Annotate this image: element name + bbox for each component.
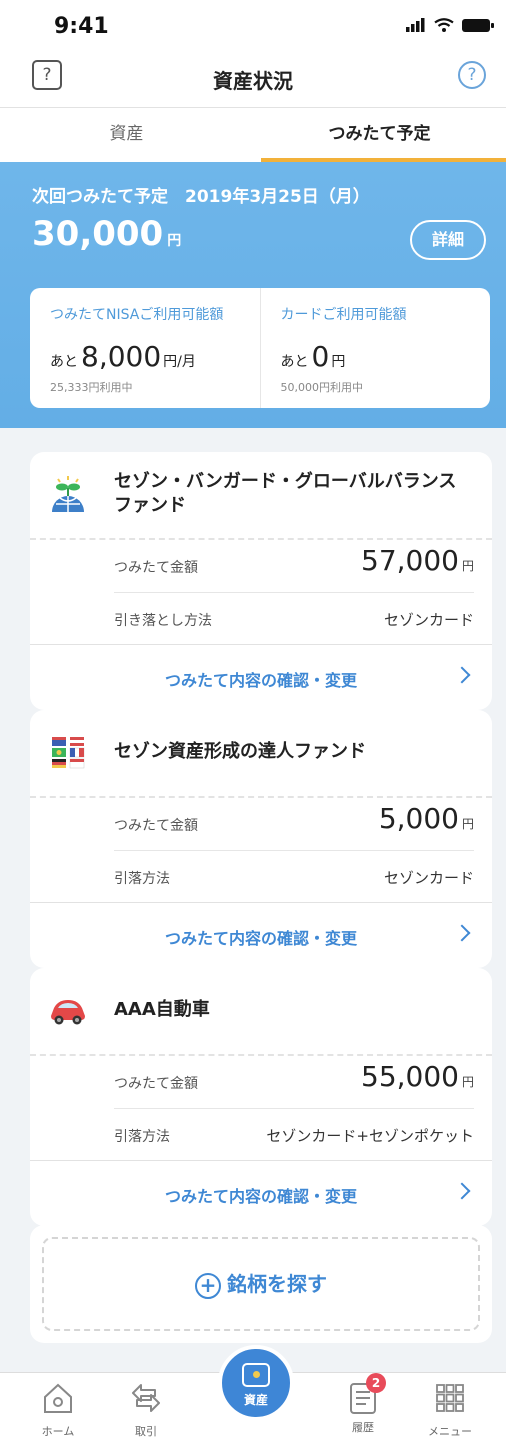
next-plan-amount-value: 30,000 [32,214,164,254]
fund-header: セゾン・バンガード・グローバルバランスファンド [30,452,492,540]
fund-amount-row: つみたて金額 57,000 円 [114,540,474,592]
next-plan-amount: 30,000 円 [32,214,181,254]
card-limit-used: 50,000円利用中 [280,381,364,394]
fund-method-row: 引き落とし方法 セゾンカード [114,592,474,644]
available-limits-card: つみたてNISAご利用可能額 あと 8,000 円/月 25,333円利用中 カード… [30,288,490,408]
segment-tabs: 資産 つみたて予定 [0,108,506,162]
confirm-change-link[interactable]: つみたて内容の確認・変更 [30,902,492,968]
wallet-icon [242,1363,270,1387]
globe-sprout-icon [52,476,84,512]
method-label: 引落方法 [114,871,170,887]
amount-number: 57,000 [361,544,459,577]
flags-icon [52,737,85,769]
fund-header: セゾン資産形成の達人ファンド [30,710,492,798]
transfer-arrows-icon [132,1384,160,1412]
signal-icon [406,18,425,32]
card-limit: カードご利用可能額 あと 0 円 50,000円利用中 [259,288,491,408]
fund-card: AAA自動車 つみたて金額 55,000 円 引落方法 セゾンカード+セゾンポケッ… [30,968,492,1226]
amount-label: つみたて金額 [114,560,198,576]
method-label: 引落方法 [114,1129,170,1145]
tab-history[interactable]: 2 履歴 [323,1373,403,1435]
tab-menu[interactable]: メニュー [410,1381,490,1439]
currency-label: 円 [461,559,474,573]
card-limit-amount: 0 [311,340,330,373]
next-plan-summary: 次回つみたて予定 2019年3月25日（月） 30,000 円 詳細 つみたてNI… [0,162,506,428]
amount-number: 55,000 [361,1060,459,1093]
confirm-change-label: つみたて内容の確認・変更 [164,671,357,690]
next-plan-date: 次回つみたて予定 2019年3月25日（月） [32,187,370,207]
nisa-limit-used: 25,333円利用中 [50,381,133,394]
confirm-change-label: つみたて内容の確認・変更 [164,929,357,948]
car-icon [51,1000,85,1025]
method-value: セゾンカード+セゾンポケット [266,1127,474,1145]
nav-bar: ? 資産状況 ? [0,50,506,108]
confirm-change-link[interactable]: つみたて内容の確認・変更 [30,644,492,710]
tab-menu-label: メニュー [428,1425,472,1438]
fund-method-row: 引落方法 セゾンカード [114,850,474,902]
menu-grid-icon [436,1384,464,1412]
battery-icon [462,18,494,32]
fund-amount-row: つみたて金額 55,000 円 [114,1056,474,1108]
card-limit-prefix: あと [280,354,309,370]
nisa-limit: つみたてNISAご利用可能額 あと 8,000 円/月 25,333円利用中 [30,288,260,408]
tab-history-label: 履歴 [352,1421,374,1434]
help-icon[interactable]: ? [458,61,486,89]
home-icon [44,1383,72,1413]
tab-assets-main[interactable]: 資産 [218,1345,294,1421]
fund-method-row: 引落方法 セゾンカード+セゾンポケット [114,1108,474,1160]
history-icon-wrap: 2 [346,1373,386,1415]
tab-home[interactable]: ホーム [18,1381,98,1439]
tab-home-label: ホーム [41,1425,75,1438]
status-time: 9:41 [54,14,109,39]
tab-trade-label: 取引 [135,1425,157,1438]
tab-trade[interactable]: 取引 [106,1381,186,1439]
nisa-limit-amount: 8,000 [81,340,162,373]
fund-header: AAA自動車 [30,968,492,1056]
confirm-change-link[interactable]: つみたて内容の確認・変更 [30,1160,492,1226]
nisa-limit-unit: 円/月 [163,354,196,370]
currency-label: 円 [167,233,182,249]
plus-circle-icon: + [195,1272,221,1299]
detail-button[interactable]: 詳細 [410,220,486,260]
search-stocks-button[interactable]: + 銘柄を探す [42,1237,480,1331]
status-bar: 9:41 [0,0,506,50]
page-title: 資産状況 [213,69,293,93]
tab-assets-label: 資産 [243,1393,268,1407]
amount-label: つみたて金額 [114,1076,198,1092]
fund-name: セゾン資産形成の達人ファンド [114,741,366,762]
card-limit-title: カードご利用可能額 [280,307,407,323]
fund-card: セゾン・バンガード・グローバルバランスファンド つみたて金額 57,000 円 引… [30,452,492,710]
history-badge: 2 [366,1373,386,1393]
amount-value: 57,000 円 [361,544,474,577]
card-limit-remaining: あと 0 円 [281,340,471,373]
bottom-tab-bar: ホーム 取引 資産 2 履歴 メニュー [0,1345,506,1450]
fund-amount-row: つみたて金額 5,000 円 [114,798,474,850]
currency-label: 円 [461,817,474,831]
amount-value: 5,000 円 [379,802,474,835]
tab-tsumitate-plan[interactable]: つみたて予定 [253,108,506,162]
search-stocks-card: + 銘柄を探す [30,1225,492,1343]
nisa-limit-remaining: あと 8,000 円/月 [50,340,240,373]
fund-name: AAA自動車 [114,999,210,1020]
card-limit-unit: 円 [331,354,346,370]
status-icons [406,18,494,32]
method-label: 引き落とし方法 [114,613,212,629]
search-label-text: 銘柄を探す [227,1272,327,1296]
method-value: セゾンカード [383,611,474,629]
currency-label: 円 [461,1075,474,1089]
wifi-icon [434,18,454,32]
nisa-limit-prefix: あと [50,354,78,370]
amount-value: 55,000 円 [361,1060,474,1093]
tab-assets[interactable]: 資産 [0,108,253,162]
nisa-limit-title: つみたてNISAご利用可能額 [50,307,224,323]
search-stocks-label: + 銘柄を探す [195,1268,327,1299]
amount-label: つみたて金額 [114,818,198,834]
method-value: セゾンカード [383,869,474,887]
fund-name: セゾン・バンガード・グローバルバランスファンド [114,471,457,516]
fund-card: セゾン資産形成の達人ファンド つみたて金額 5,000 円 引落方法 セゾンカード… [30,710,492,968]
confirm-change-label: つみたて内容の確認・変更 [164,1187,357,1206]
amount-number: 5,000 [378,802,459,835]
